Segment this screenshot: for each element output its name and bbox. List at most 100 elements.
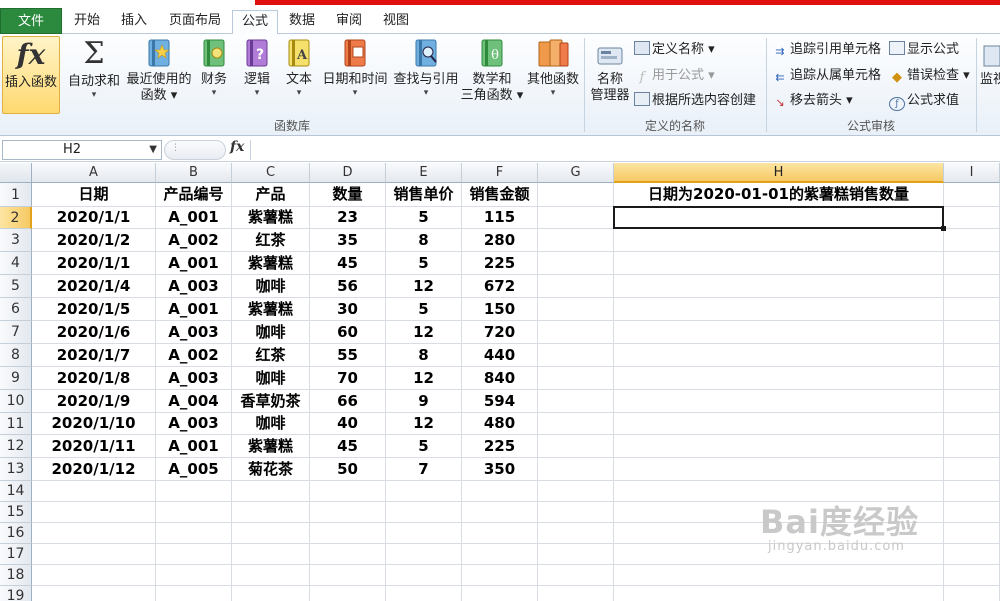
cell-a16[interactable] bbox=[32, 523, 156, 544]
cell-f5[interactable]: 672 bbox=[462, 275, 538, 298]
cell-b17[interactable] bbox=[156, 544, 232, 565]
trace-dependents-button[interactable]: ⇇ 追踪从属单元格 bbox=[772, 66, 881, 86]
cell-i5[interactable] bbox=[944, 275, 1000, 298]
row-header-6[interactable]: 6 bbox=[0, 298, 32, 321]
cell-f2[interactable]: 115 bbox=[462, 207, 538, 229]
cell-i1[interactable] bbox=[944, 183, 1000, 207]
cell-i8[interactable] bbox=[944, 344, 1000, 367]
cell-c6[interactable]: 紫薯糕 bbox=[232, 298, 310, 321]
error-checking-button[interactable]: ◆ 错误检查 ▾ bbox=[889, 66, 970, 86]
cell-b4[interactable]: A_001 bbox=[156, 252, 232, 275]
cell-d11[interactable]: 40 bbox=[310, 413, 386, 435]
cell-d19[interactable] bbox=[310, 586, 386, 601]
row-header-2[interactable]: 2 bbox=[0, 207, 32, 229]
tab-insert[interactable]: 插入 bbox=[112, 10, 156, 34]
cell-i16[interactable] bbox=[944, 523, 1000, 544]
financial-button[interactable]: 财务 ▾ bbox=[196, 36, 232, 114]
date-time-button[interactable]: 日期和时间 ▾ bbox=[320, 36, 390, 114]
cell-i15[interactable] bbox=[944, 502, 1000, 523]
cell-c11[interactable]: 咖啡 bbox=[232, 413, 310, 435]
cell-h6[interactable] bbox=[614, 298, 944, 321]
row-header-16[interactable]: 16 bbox=[0, 523, 32, 544]
lookup-reference-button[interactable]: 查找与引用 ▾ bbox=[390, 36, 462, 114]
row-header-13[interactable]: 13 bbox=[0, 458, 32, 481]
evaluate-formula-button[interactable]: ƒ 公式求值 bbox=[889, 91, 959, 111]
cell-e11[interactable]: 12 bbox=[386, 413, 462, 435]
row-header-10[interactable]: 10 bbox=[0, 390, 32, 413]
tab-data[interactable]: 数据 bbox=[280, 10, 324, 34]
cell-g12[interactable] bbox=[538, 435, 614, 458]
cell-f13[interactable]: 350 bbox=[462, 458, 538, 481]
cell-i12[interactable] bbox=[944, 435, 1000, 458]
cell-c7[interactable]: 咖啡 bbox=[232, 321, 310, 344]
cell-i11[interactable] bbox=[944, 413, 1000, 435]
cell-f16[interactable] bbox=[462, 523, 538, 544]
row-header-19[interactable]: 19 bbox=[0, 586, 32, 601]
cell-a14[interactable] bbox=[32, 481, 156, 502]
column-header-a[interactable]: A bbox=[32, 163, 156, 183]
cell-f15[interactable] bbox=[462, 502, 538, 523]
column-header-e[interactable]: E bbox=[386, 163, 462, 183]
cell-e17[interactable] bbox=[386, 544, 462, 565]
cell-i19[interactable] bbox=[944, 586, 1000, 601]
formula-input[interactable] bbox=[250, 140, 1000, 160]
cell-a6[interactable]: 2020/1/5 bbox=[32, 298, 156, 321]
cell-e8[interactable]: 8 bbox=[386, 344, 462, 367]
cell-b14[interactable] bbox=[156, 481, 232, 502]
cell-a15[interactable] bbox=[32, 502, 156, 523]
define-name-button[interactable]: 定义名称 ▾ bbox=[634, 40, 715, 60]
cell-i3[interactable] bbox=[944, 229, 1000, 252]
cell-e12[interactable]: 5 bbox=[386, 435, 462, 458]
cell-g2[interactable] bbox=[538, 207, 614, 229]
column-header-b[interactable]: B bbox=[156, 163, 232, 183]
cell-f6[interactable]: 150 bbox=[462, 298, 538, 321]
name-box[interactable]: H2 ▼ bbox=[2, 140, 162, 160]
row-header-14[interactable]: 14 bbox=[0, 481, 32, 502]
cell-e4[interactable]: 5 bbox=[386, 252, 462, 275]
cell-g8[interactable] bbox=[538, 344, 614, 367]
cell-d15[interactable] bbox=[310, 502, 386, 523]
cell-i7[interactable] bbox=[944, 321, 1000, 344]
row-header-12[interactable]: 12 bbox=[0, 435, 32, 458]
cell-g7[interactable] bbox=[538, 321, 614, 344]
cell-a12[interactable]: 2020/1/11 bbox=[32, 435, 156, 458]
cell-f8[interactable]: 440 bbox=[462, 344, 538, 367]
cell-e18[interactable] bbox=[386, 565, 462, 586]
cell-a8[interactable]: 2020/1/7 bbox=[32, 344, 156, 367]
cell-b19[interactable] bbox=[156, 586, 232, 601]
cell-f10[interactable]: 594 bbox=[462, 390, 538, 413]
row-header-5[interactable]: 5 bbox=[0, 275, 32, 298]
cell-f1[interactable]: 销售金额 bbox=[462, 183, 538, 207]
cell-h5[interactable] bbox=[614, 275, 944, 298]
show-formulas-button[interactable]: 显示公式 bbox=[889, 40, 959, 60]
cell-d16[interactable] bbox=[310, 523, 386, 544]
cell-e5[interactable]: 12 bbox=[386, 275, 462, 298]
cell-g16[interactable] bbox=[538, 523, 614, 544]
cell-d9[interactable]: 70 bbox=[310, 367, 386, 390]
cell-f12[interactable]: 225 bbox=[462, 435, 538, 458]
cell-e7[interactable]: 12 bbox=[386, 321, 462, 344]
cell-c18[interactable] bbox=[232, 565, 310, 586]
cell-f7[interactable]: 720 bbox=[462, 321, 538, 344]
cell-d7[interactable]: 60 bbox=[310, 321, 386, 344]
column-header-i[interactable]: I bbox=[944, 163, 1000, 183]
cell-i14[interactable] bbox=[944, 481, 1000, 502]
cell-f19[interactable] bbox=[462, 586, 538, 601]
cell-b8[interactable]: A_002 bbox=[156, 344, 232, 367]
cell-h4[interactable] bbox=[614, 252, 944, 275]
create-from-selection-button[interactable]: 根据所选内容创建 bbox=[634, 91, 756, 111]
cell-e1[interactable]: 销售单价 bbox=[386, 183, 462, 207]
row-header-1[interactable]: 1 bbox=[0, 183, 32, 207]
cell-h7[interactable] bbox=[614, 321, 944, 344]
cell-a4[interactable]: 2020/1/1 bbox=[32, 252, 156, 275]
logical-button[interactable]: ? 逻辑 ▾ bbox=[238, 36, 276, 114]
cell-e19[interactable] bbox=[386, 586, 462, 601]
cell-b16[interactable] bbox=[156, 523, 232, 544]
cell-d6[interactable]: 30 bbox=[310, 298, 386, 321]
cell-b13[interactable]: A_005 bbox=[156, 458, 232, 481]
cell-g19[interactable] bbox=[538, 586, 614, 601]
insert-function-fx-icon[interactable]: fx bbox=[230, 139, 244, 155]
cell-i2[interactable] bbox=[944, 207, 1000, 229]
cell-g11[interactable] bbox=[538, 413, 614, 435]
fill-handle[interactable] bbox=[941, 226, 946, 231]
